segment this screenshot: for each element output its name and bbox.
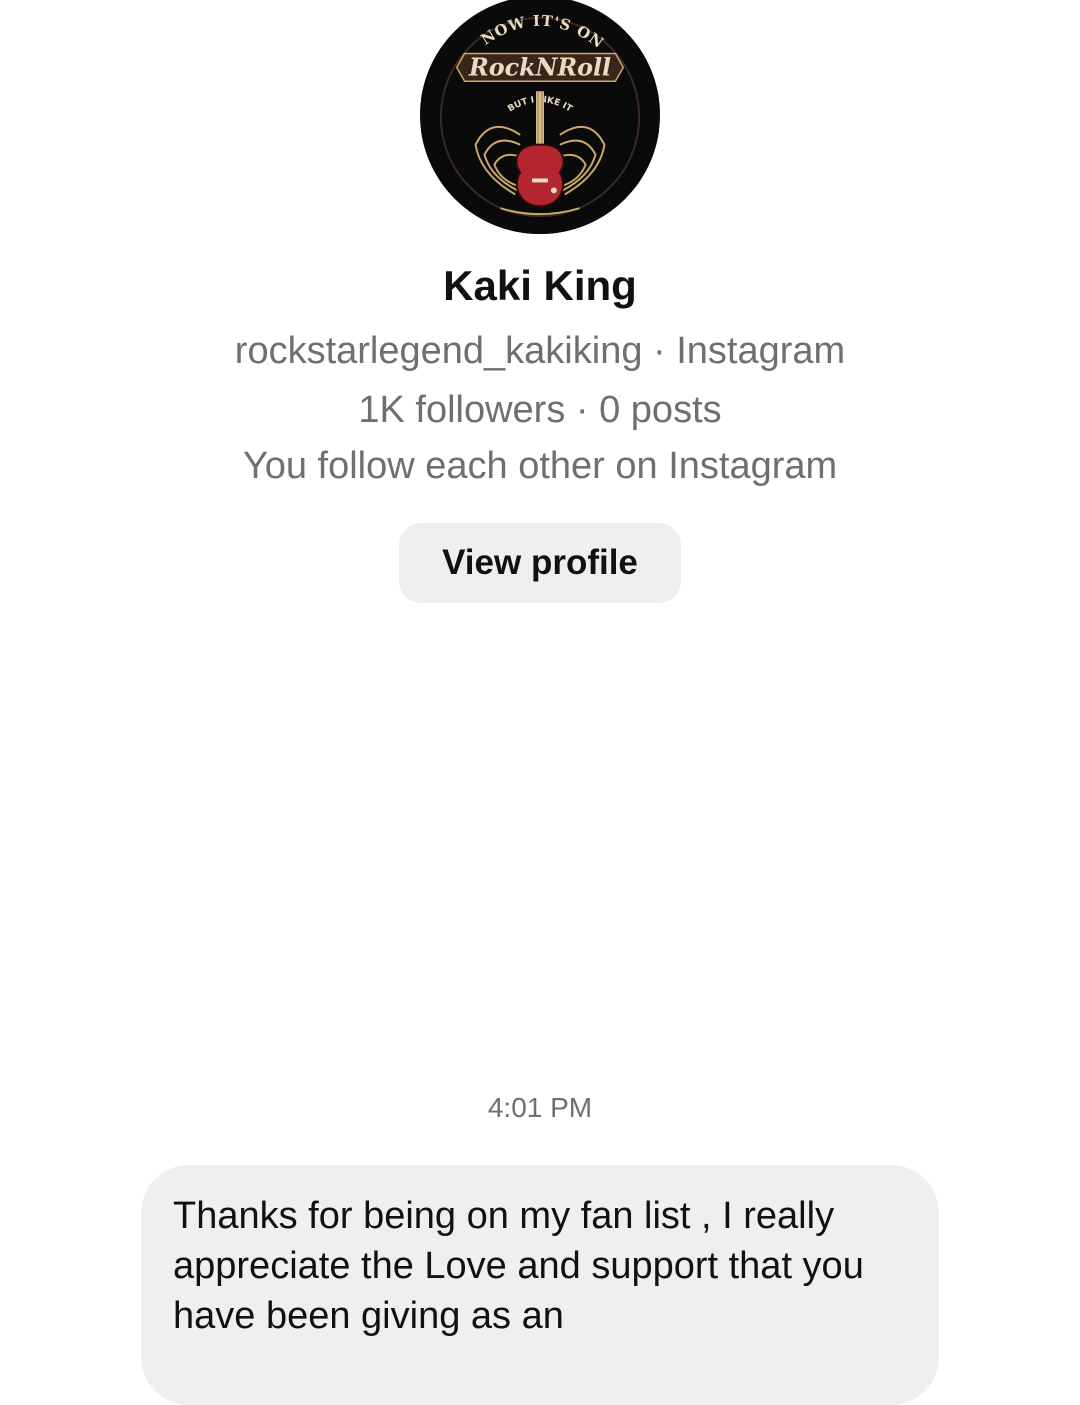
avatar[interactable]: I KNOW IT'S ONLY RockNRoll BUT I LIKE IT (420, 0, 660, 234)
message-bubble[interactable]: Thanks for being on my fan list , I real… (141, 1165, 939, 1405)
profile-handle: rockstarlegend_kakiking · Instagram (234, 330, 846, 372)
message-text: Thanks for being on my fan list , I real… (173, 1195, 864, 1337)
profile-stats: 1K followers · 0 posts (358, 389, 722, 431)
profile-relationship: You follow each other on Instagram (242, 445, 838, 487)
message-timestamp: 4:01 PM (487, 1092, 593, 1123)
rock-n-roll-guitar-logo-icon: I KNOW IT'S ONLY RockNRoll BUT I LIKE IT (420, 0, 659, 234)
view-profile-button[interactable]: View profile (399, 523, 681, 603)
avatar-text-main: RockNRoll (468, 53, 611, 81)
profile-name: Kaki King (443, 262, 637, 309)
